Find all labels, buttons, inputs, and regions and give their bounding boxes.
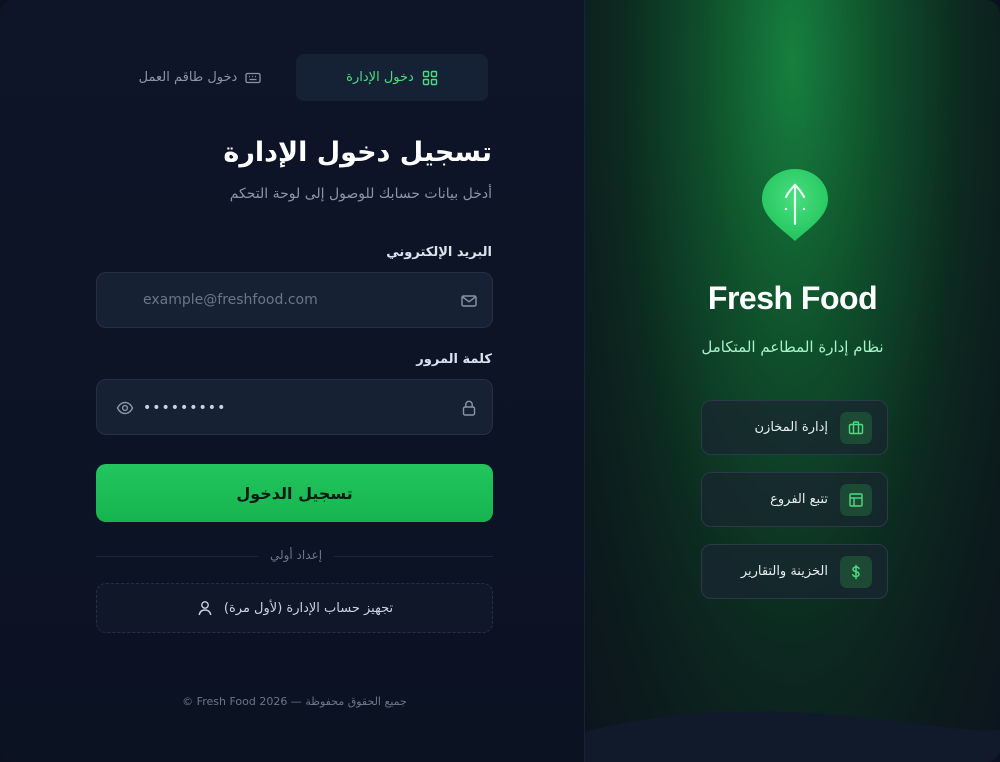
tab-admin-label: دخول الإدارة — [346, 70, 414, 85]
grid-icon — [422, 70, 438, 86]
login-tabs: دخول الإدارة دخول طاقم العمل — [96, 54, 488, 101]
password-field[interactable]: ••••••••• — [96, 379, 493, 435]
password-label: كلمة المرور — [416, 352, 492, 367]
user-icon — [196, 599, 214, 617]
page-subtitle: أدخل بيانات حسابك للوصول إلى لوحة التحكم — [229, 186, 492, 202]
email-label: البريد الإلكتروني — [386, 245, 492, 260]
decorative-wave — [585, 711, 1000, 762]
feature-label: الخزينة والتقارير — [740, 564, 828, 579]
brand-tagline: نظام إدارة المطاعم المتكامل — [701, 338, 884, 356]
dollar-icon — [840, 555, 872, 588]
layout-icon — [840, 483, 872, 516]
tab-staff-label: دخول طاقم العمل — [138, 70, 238, 85]
email-field[interactable] — [96, 272, 493, 328]
mail-icon — [460, 292, 478, 310]
brand-name: Fresh Food — [707, 280, 878, 316]
feature-label: إدارة المخازن — [754, 420, 829, 435]
login-button[interactable]: تسجيل الدخول — [96, 464, 493, 522]
divider-label: إعداد أولي — [258, 548, 334, 562]
copyright-footer: © Fresh Food 2026 — جميع الحقوق محفوظة — [182, 695, 407, 708]
feature-branches: تتبع الفروع — [701, 472, 888, 527]
tab-staff-login[interactable]: دخول طاقم العمل — [104, 54, 296, 101]
setup-admin-label: تجهيز حساب الإدارة (لأول مرة) — [223, 600, 394, 616]
brand-panel: Fresh Food نظام إدارة المطاعم المتكامل إ… — [585, 0, 1000, 762]
email-input[interactable] — [143, 273, 443, 327]
password-input[interactable]: ••••••••• — [143, 400, 226, 416]
tab-admin-login[interactable]: دخول الإدارة — [296, 54, 488, 101]
login-panel: دخول الإدارة دخول طاقم العمل تسجيل دخول … — [0, 0, 585, 762]
keyboard-icon — [245, 70, 261, 86]
briefcase-icon — [840, 411, 872, 444]
feature-treasury: الخزينة والتقارير — [701, 544, 888, 599]
feature-label: تتبع الفروع — [770, 492, 828, 507]
page-title: تسجيل دخول الإدارة — [223, 137, 492, 168]
setup-admin-button[interactable]: تجهيز حساب الإدارة (لأول مرة) — [96, 583, 493, 633]
lock-icon — [460, 399, 478, 417]
feature-warehouses: إدارة المخازن — [701, 400, 888, 455]
fresh-food-logo-icon — [762, 169, 828, 241]
eye-icon[interactable] — [116, 399, 134, 417]
